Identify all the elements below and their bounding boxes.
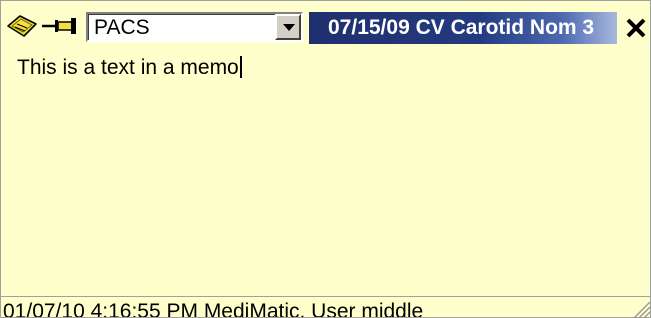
category-select[interactable]: PACS <box>86 12 303 42</box>
memo-title-bar[interactable]: 07/15/09 CV Carotid Nom 3 <box>309 12 617 44</box>
memo-toolbar: PACS 07/15/09 CV Carotid Nom 3 <box>1 1 650 49</box>
memo-text-area[interactable]: This is a text in a memo <box>17 55 242 81</box>
category-dropdown-button[interactable] <box>275 14 301 40</box>
memo-window: PACS 07/15/09 CV Carotid Nom 3 This is a… <box>0 0 651 318</box>
close-icon[interactable] <box>625 17 647 39</box>
memo-title: 07/15/09 CV Carotid Nom 3 <box>328 16 595 39</box>
chevron-down-icon <box>283 24 295 31</box>
text-caret <box>239 56 242 78</box>
pin-icon[interactable] <box>41 17 79 35</box>
memo-body-text: This is a text in a memo <box>17 56 239 79</box>
resize-grip-icon[interactable] <box>631 299 651 318</box>
status-divider <box>1 296 650 297</box>
memo-status-line: 01/07/10 4:16:55 PM MediMatic, User midd… <box>3 300 424 318</box>
note-icon[interactable] <box>6 14 38 38</box>
category-select-value: PACS <box>94 16 150 39</box>
